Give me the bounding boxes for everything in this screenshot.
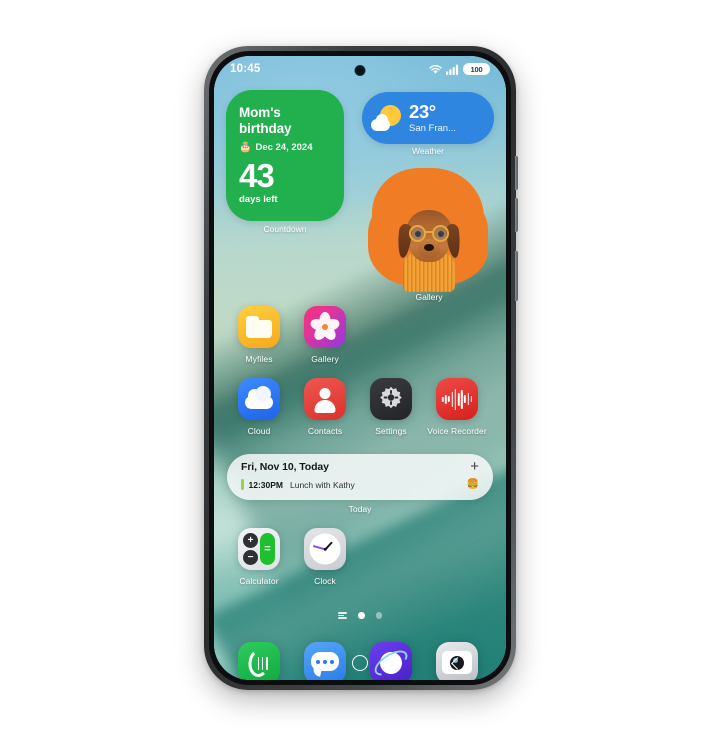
flower-center [322,324,328,330]
app-gallery[interactable]: Gallery [292,306,358,364]
top-widget-row: Mom's birthday 🎂 Dec 24, 2024 43 days le… [226,90,494,302]
battery-indicator: 100 [463,63,490,75]
countdown-date: Dec 24, 2024 [255,142,313,153]
page-indicator [214,612,506,619]
page-dot-active[interactable] [358,612,365,619]
person-body [314,400,336,413]
gear-icon [370,378,412,420]
dog-glasses-right [432,225,449,242]
person-head [319,388,331,399]
home-screen-content: Mom's birthday 🎂 Dec 24, 2024 43 days le… [214,56,506,680]
event-title: Lunch with Kathy [290,479,355,490]
calc-plus-key: + [243,533,258,548]
countdown-widget[interactable]: Mom's birthday 🎂 Dec 24, 2024 43 days le… [226,90,344,221]
today-date-text: Fri, Nov 10, Today [241,461,329,473]
weather-widget-label: Weather [412,146,444,156]
burger-icon: 🍔 [466,479,479,490]
gallery-photo-widget-label: Gallery [415,292,443,302]
weather-location: San Fran... [409,123,456,134]
app-row-1: Myfiles Gallery [226,306,494,364]
calc-equals-key: = [260,533,275,565]
back-button[interactable] [428,646,486,680]
recents-button[interactable] [234,646,292,680]
recents-icon [257,656,268,670]
clock-icon [304,528,346,570]
status-bar-clock: 10:45 [230,63,261,75]
calculator-icon: + − = [238,528,280,570]
navigation-bar [214,646,506,680]
waveform-icon [436,378,478,420]
partly-cloudy-icon [371,103,403,133]
app-clock[interactable]: Clock [292,528,358,586]
back-chevron-icon [450,656,464,670]
app-label-voice-recorder: Voice Recorder [427,426,487,436]
event-time: 12:30PM [248,479,284,490]
apps-list-icon[interactable] [338,612,347,619]
countdown-title: Mom's birthday [239,105,292,136]
clock-face [309,533,341,565]
today-widget-label: Today [348,504,372,514]
app-row-2: Cloud Contacts Settings Voice Recorder [226,378,494,436]
app-label-settings: Settings [375,426,407,436]
calc-minus-key: − [243,550,258,565]
app-label-myfiles: Myfiles [245,354,273,364]
app-contacts[interactable]: Contacts [292,378,358,436]
app-cloud[interactable]: Cloud [226,378,292,436]
signal-bars-icon [446,64,459,75]
app-label-clock: Clock [314,576,336,586]
event-color-bar [241,479,244,490]
add-event-button[interactable]: + [470,459,479,474]
app-label-cloud: Cloud [247,426,271,436]
countdown-date-row: 🎂 Dec 24, 2024 [239,142,331,153]
app-myfiles[interactable]: Myfiles [226,306,292,364]
app-calculator[interactable]: + − = Calculator [226,528,292,586]
today-widget-header: Fri, Nov 10, Today + [241,459,479,474]
countdown-days-unit: days left [239,194,278,205]
front-camera [354,65,366,76]
gallery-photo-widget[interactable]: Gallery [366,166,492,302]
person-icon [304,378,346,420]
dog-glasses-left [409,225,426,242]
volume-down-button[interactable] [515,198,518,232]
countdown-widget-label: Countdown [263,224,307,234]
today-event-row[interactable]: 12:30PM Lunch with Kathy 🍔 [241,479,479,490]
clock-center-pin [323,547,327,551]
home-circle-icon [351,655,368,671]
phone-device-frame: 10:45 100 Mom's birthday 🎂 Dec 24, 2024 … [204,46,518,690]
app-label-gallery: Gallery [311,354,339,364]
status-bar-indicators: 100 [429,63,490,75]
home-button[interactable] [331,646,389,680]
app-voice-recorder[interactable]: Voice Recorder [424,378,490,436]
phone-screen: 10:45 100 Mom's birthday 🎂 Dec 24, 2024 … [214,56,506,680]
cake-icon: 🎂 [239,142,252,153]
flower-icon [304,306,346,348]
cloud-shape [371,114,390,131]
page-dot-inactive[interactable] [375,612,382,619]
dog-head [396,210,462,262]
cloud-shape [245,386,273,409]
countdown-days-number: 43 [239,157,275,194]
dog-nose [424,244,434,251]
waveform-bars [441,388,473,410]
gear-glyph [380,386,402,409]
app-label-contacts: Contacts [307,426,343,436]
cloud-icon [238,378,280,420]
wifi-icon [429,64,442,74]
volume-up-button[interactable] [515,156,518,190]
weather-widget[interactable]: 23° San Fran... [362,92,494,144]
folder-icon [238,306,280,348]
app-row-3: + − = Calculator Clock [226,528,494,586]
today-calendar-widget[interactable]: Fri, Nov 10, Today + 12:30PM Lunch with … [227,454,493,500]
power-button[interactable] [515,251,518,301]
app-label-calculator: Calculator [239,576,279,586]
app-settings[interactable]: Settings [358,378,424,436]
weather-text-group: 23° San Fran... [409,100,456,134]
weather-temperature: 23° [409,100,436,122]
